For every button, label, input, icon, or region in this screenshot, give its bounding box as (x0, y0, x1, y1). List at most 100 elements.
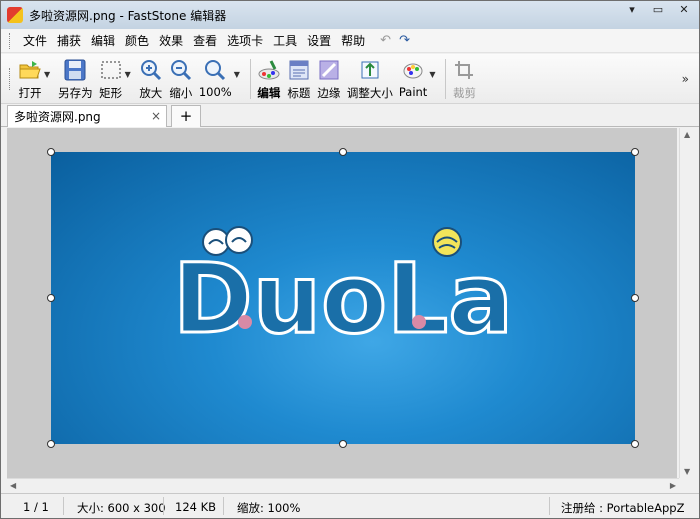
menu-effects[interactable]: 效果 (154, 32, 188, 49)
caption-label: 标题 (287, 86, 311, 100)
logo-eye-right (225, 226, 253, 254)
resize-handle-ml[interactable] (47, 294, 55, 302)
paint-label: Paint (398, 85, 428, 99)
palette-icon (401, 58, 425, 82)
logo-dot-pink-2 (412, 315, 426, 329)
menu-settings[interactable]: 设置 (302, 32, 336, 49)
scroll-down-icon[interactable]: ▼ (684, 467, 690, 476)
scroll-up-icon[interactable]: ▲ (684, 130, 690, 139)
logo-eye-left (202, 228, 230, 256)
rect-label: 矩形 (99, 86, 123, 100)
close-button[interactable]: ✕ (673, 3, 695, 19)
paint-button[interactable]: Paint (399, 58, 427, 99)
zoom-out-label: 缩小 (169, 86, 193, 100)
resize-button[interactable]: 调整大小 (347, 58, 393, 101)
caption-button[interactable]: 标题 (287, 58, 311, 101)
toolbar-overflow-icon[interactable]: » (682, 72, 689, 86)
resize-handle-tl[interactable] (47, 148, 55, 156)
resize-icon (358, 58, 382, 82)
resize-label: 调整大小 (346, 86, 393, 100)
horizontal-scrollbar[interactable]: ◀ ▶ (7, 478, 679, 492)
toolbar-separator-2 (445, 59, 447, 99)
status-bar: 1 / 1 大小: 600 x 300 124 KB 缩放: 100% 注册给 … (1, 493, 699, 518)
resize-handle-br[interactable] (631, 440, 639, 448)
menu-bar: 文件 捕获 编辑 颜色 效果 查看 选项卡 工具 设置 帮助 ↶ ↷ (1, 29, 699, 53)
logo-text: DuoLa (173, 243, 513, 355)
status-divider (223, 497, 224, 515)
resize-handle-bc[interactable] (339, 440, 347, 448)
edge-icon (317, 58, 341, 82)
status-size: 大小: 600 x 300 (77, 501, 166, 515)
window-title: 多啦资源网.png - FastStone 编辑器 (29, 8, 227, 23)
rect-select-button[interactable]: 矩形 (99, 58, 123, 101)
zoom-out-icon (169, 58, 193, 82)
add-tab-button[interactable]: + (171, 105, 201, 127)
edited-image[interactable]: DuoLa (51, 152, 635, 444)
menu-edit[interactable]: 编辑 (86, 32, 120, 49)
title-bar: 多啦资源网.png - FastStone 编辑器 ▾ ▭ ✕ (1, 1, 699, 29)
status-registered: 注册给 : PortableAppZ (561, 501, 685, 515)
status-page: 1 / 1 (23, 500, 49, 514)
rect-select-icon (99, 58, 123, 82)
paint-brush-icon (257, 58, 281, 82)
zoom-level-label: 100% (198, 85, 232, 99)
menu-color[interactable]: 颜色 (120, 32, 154, 49)
resize-handle-bl[interactable] (47, 440, 55, 448)
toolbar-grip (9, 68, 12, 90)
status-divider (63, 497, 64, 515)
resize-handle-mr[interactable] (631, 294, 639, 302)
crop-icon (452, 58, 476, 82)
crop-label: 裁剪 (452, 86, 476, 100)
zoom-level-button[interactable]: 100% (199, 58, 232, 99)
menu-view[interactable]: 查看 (188, 32, 222, 49)
app-window: 多啦资源网.png - FastStone 编辑器 ▾ ▭ ✕ 文件 捕获 编辑… (0, 0, 700, 519)
edge-button[interactable]: 边缘 (317, 58, 341, 101)
app-icon (7, 7, 23, 23)
edge-label: 边缘 (317, 86, 341, 100)
status-divider (163, 497, 164, 515)
tab-image[interactable]: 多啦资源网.png × (7, 105, 167, 127)
tab-label: 多啦资源网.png (14, 110, 101, 124)
menu-help[interactable]: 帮助 (336, 32, 370, 49)
scroll-left-icon[interactable]: ◀ (10, 481, 16, 490)
open-folder-icon (18, 58, 42, 82)
menu-tabs[interactable]: 选项卡 (222, 32, 268, 49)
maximize-button[interactable]: ▭ (647, 3, 669, 19)
canvas-area[interactable]: DuoLa (7, 128, 677, 478)
floppy-disk-icon (63, 58, 87, 82)
undo-icon[interactable]: ↶ (380, 33, 391, 48)
image-frame[interactable]: DuoLa (47, 148, 639, 448)
open-dropdown-icon[interactable]: ▼ (44, 70, 50, 79)
open-button[interactable]: 打开 (18, 58, 42, 101)
zoom-out-button[interactable]: 缩小 (169, 58, 193, 101)
tab-close-icon[interactable]: × (151, 109, 161, 123)
zoom-dropdown-icon[interactable]: ▼ (234, 70, 240, 79)
zoom-in-icon (139, 58, 163, 82)
redo-icon[interactable]: ↷ (399, 33, 410, 48)
resize-handle-tr[interactable] (631, 148, 639, 156)
zoom-in-label: 放大 (139, 86, 163, 100)
edit-button[interactable]: 编辑 (257, 58, 281, 101)
zoom-in-button[interactable]: 放大 (139, 58, 163, 101)
resize-handle-tc[interactable] (339, 148, 347, 156)
crop-button[interactable]: 裁剪 (452, 58, 476, 101)
logo-graphic: DuoLa (172, 226, 514, 357)
toolbar: 打开 ▼ 另存为 矩形 ▼ 放大 缩小 100% ▼ 编辑 标题 边缘 调整大小… (1, 54, 699, 104)
menu-file[interactable]: 文件 (18, 32, 52, 49)
logo-dot-pink-1 (238, 315, 252, 329)
menubar-grip (9, 32, 12, 49)
minimize-button[interactable]: ▾ (621, 3, 643, 19)
caption-icon (287, 58, 311, 82)
save-as-button[interactable]: 另存为 (58, 58, 93, 101)
edit-label: 编辑 (257, 86, 281, 100)
rect-dropdown-icon[interactable]: ▼ (125, 70, 131, 79)
toolbar-separator (249, 59, 251, 99)
tab-bar: 多啦资源网.png × + (1, 105, 699, 127)
paint-dropdown-icon[interactable]: ▼ (429, 70, 435, 79)
vertical-scrollbar[interactable]: ▲ ▼ (679, 128, 695, 478)
status-divider (549, 497, 550, 515)
scroll-right-icon[interactable]: ▶ (670, 481, 676, 490)
status-zoom: 缩放: 100% (237, 501, 301, 515)
menu-capture[interactable]: 捕获 (52, 32, 86, 49)
menu-tools[interactable]: 工具 (268, 32, 302, 49)
